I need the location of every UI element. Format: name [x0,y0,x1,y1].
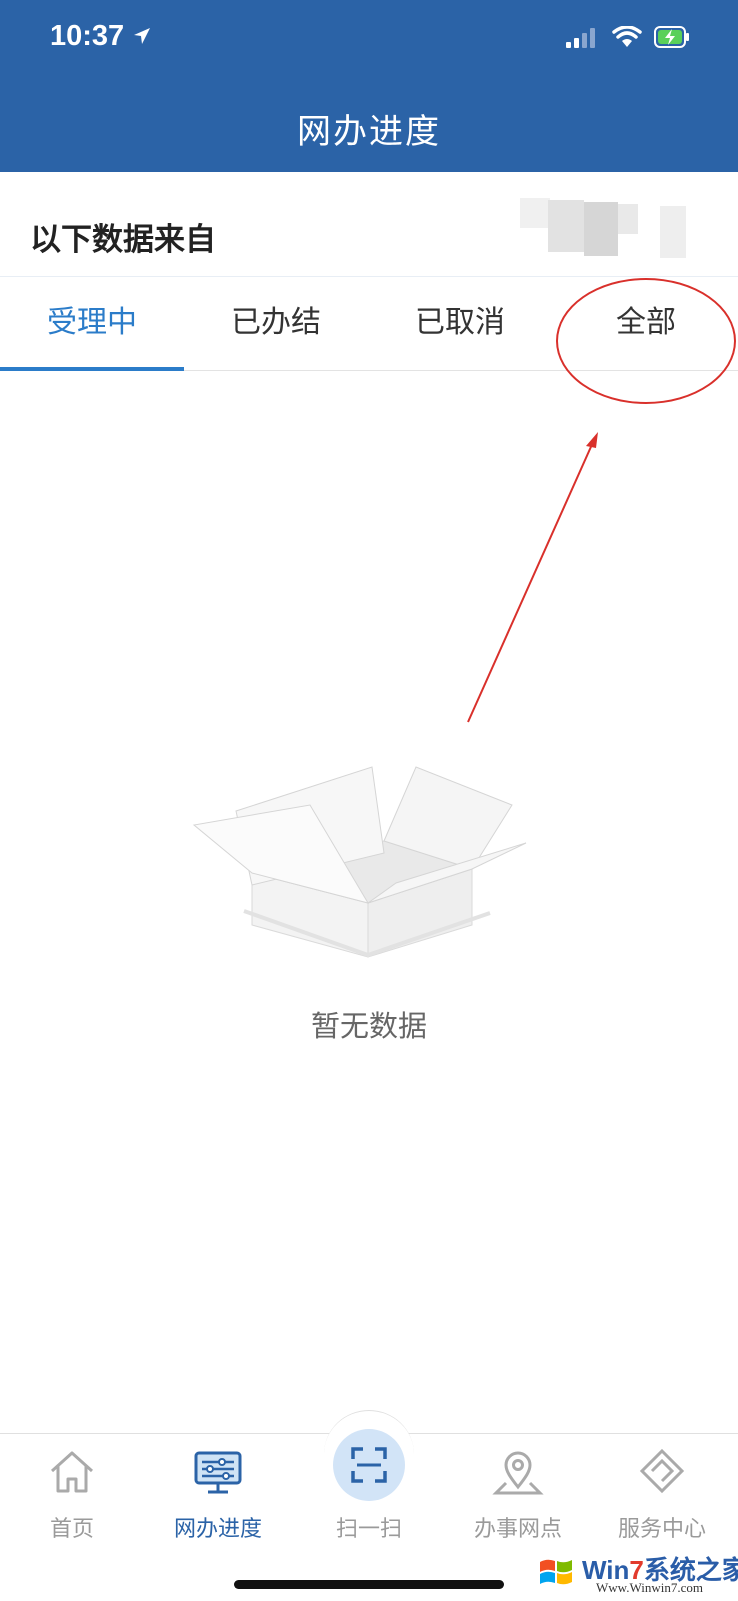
empty-state-text: 暂无数据 [310,1009,427,1043]
empty-box-icon [192,766,527,958]
handshake-icon [639,1448,685,1494]
tab-completed[interactable]: 已办结 [184,280,368,370]
monitor-icon [194,1451,242,1494]
tab-label: 已办结 [231,305,321,340]
nav-label: 扫一扫 [335,1517,402,1542]
nav-label: 服务中心 [617,1517,706,1542]
nav-label: 首页 [49,1517,94,1542]
watermark: Win7系统之家 Www.Winwin7.com [526,1544,738,1600]
signal-icon [566,28,595,48]
nav-service-points[interactable]: 办事网点 [448,1441,588,1543]
data-source-label: 以下数据来自 [30,222,216,258]
home-indicator [234,1580,504,1589]
nav-label: 网办进度 [173,1517,262,1542]
home-icon [50,1451,94,1493]
page-title: 网办进度 [297,112,441,152]
nav-home[interactable]: 首页 [2,1441,142,1543]
nav-label: 办事网点 [473,1517,562,1542]
scan-icon [333,1429,405,1501]
annotation-circle [556,278,736,404]
windows-logo-icon [540,1559,572,1585]
app-header: 10:37 网办进度 [0,0,738,172]
tab-processing[interactable]: 受理中 [0,280,184,371]
annotation-arrow [467,432,598,723]
active-tab-indicator [0,367,184,371]
location-arrow-icon [134,28,150,44]
battery-icon [654,26,689,48]
location-icon [492,1451,544,1495]
nav-progress[interactable]: 网办进度 [148,1441,288,1543]
nav-scan[interactable]: 扫一扫 [299,1429,439,1543]
tab-cancelled[interactable]: 已取消 [368,280,552,370]
nav-service-center[interactable]: 服务中心 [592,1441,732,1543]
wifi-icon [612,26,642,47]
tab-label: 已取消 [415,305,505,340]
data-source-bar: 以下数据来自 [0,178,738,277]
tab-label: 受理中 [47,305,137,340]
watermark-url: Www.Winwin7.com [596,1580,703,1595]
status-time: 10:37 [50,20,125,52]
